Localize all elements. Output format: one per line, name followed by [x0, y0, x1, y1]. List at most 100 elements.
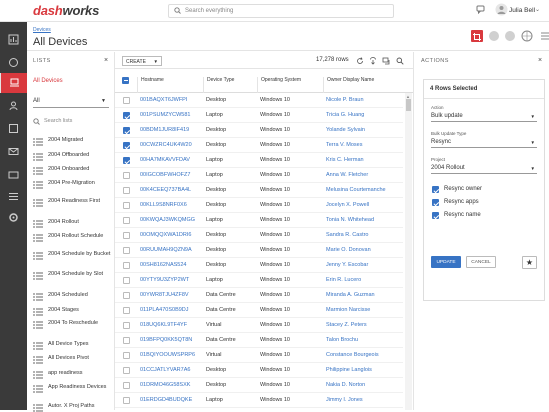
hostname-link[interactable]: 00SH8162NAS524	[140, 262, 186, 268]
table-row[interactable]: 011PLA470S0B9DJ Data Centre Windows 10 Marm…	[115, 303, 403, 318]
owner-link[interactable]: Melusina Courtemanche	[326, 187, 386, 193]
table-row[interactable]: 00HA7MKAVVFDAV Laptop Windows 10 Kris C. He…	[115, 153, 403, 168]
row-checkbox[interactable]	[123, 247, 130, 254]
favorite-star-button[interactable]: ★	[522, 256, 537, 269]
list-item[interactable]: 2004 Migrated	[33, 137, 113, 146]
owner-link[interactable]: Marie O. Donovan	[326, 247, 371, 253]
column-header-owner[interactable]: Owner Display Name	[323, 77, 403, 93]
list-item[interactable]: All Devices Pivot	[33, 355, 113, 364]
owner-link[interactable]: Stacey Z. Peters	[326, 322, 367, 328]
close-icon[interactable]: ×	[104, 57, 108, 64]
row-checkbox[interactable]	[123, 202, 130, 209]
bulk-update-type-select[interactable]: Resync ▼	[431, 137, 537, 148]
hostname-link[interactable]: 00RUUMAH9QZN9A	[140, 247, 192, 253]
grid-scrollbar[interactable]: ▲	[405, 93, 412, 410]
breadcrumb[interactable]: Devices	[33, 27, 51, 33]
table-row[interactable]: 00BDM1JUR8IF419 Desktop Windows 10 Yolande …	[115, 123, 403, 138]
owner-link[interactable]: Jenny Y. Escobar	[326, 262, 368, 268]
hostname-link[interactable]: 011PLA470S0B9DJ	[140, 307, 189, 313]
table-row[interactable]: 01DRMO46G58SXK Desktop Windows 10 Nakia D. …	[115, 378, 403, 393]
row-checkbox[interactable]	[123, 157, 130, 164]
owner-link[interactable]: Jimmy I. Jones	[326, 397, 363, 403]
resync-checkbox[interactable]	[432, 212, 439, 219]
hostname-link[interactable]: 00YTY9U3ZYP2WT	[140, 277, 189, 283]
apps-icon[interactable]	[8, 123, 19, 134]
row-checkbox[interactable]	[123, 112, 130, 119]
owner-link[interactable]: Nakia D. Norton	[326, 382, 365, 388]
list-item[interactable]: 2004 Readiness First	[33, 198, 113, 207]
table-row[interactable]: 00IGCOBFWHOFZ7 Laptop Windows 10 Anna W. Fl…	[115, 168, 403, 183]
row-checkbox[interactable]	[123, 367, 130, 374]
hostname-link[interactable]: 018UQ6KL9TF4YF	[140, 322, 187, 328]
hostname-link[interactable]: 01BQIYOOUWSPRP6	[140, 352, 195, 358]
table-row[interactable]: 001BAQXT6JWFPI Desktop Windows 10 Nicole P.…	[115, 93, 403, 108]
row-checkbox[interactable]	[123, 142, 130, 149]
table-row[interactable]: 00RUUMAH9QZN9A Desktop Windows 10 Marie O. …	[115, 243, 403, 258]
table-row[interactable]: 019BFPQ0KK5QT8N Data Centre Windows 10 Talo…	[115, 333, 403, 348]
table-row[interactable]: 00K4CEEQ737BA4L Desktop Windows 10 Melusina…	[115, 183, 403, 198]
columns-icon[interactable]	[539, 30, 549, 42]
owner-link[interactable]: Anna W. Fletcher	[326, 172, 368, 178]
owner-link[interactable]: Sandra R. Castro	[326, 232, 369, 238]
row-checkbox[interactable]	[123, 397, 130, 404]
globe-icon[interactable]	[521, 30, 533, 42]
list-item[interactable]: 2004 Pre-Migration	[33, 180, 113, 189]
owner-link[interactable]: Miranda A. Guzman	[326, 292, 375, 298]
copy-icon[interactable]	[382, 57, 390, 65]
owner-link[interactable]: Yolande Sylvain	[326, 127, 365, 133]
hostname-link[interactable]: 00HA7MKAVVFDAV	[140, 157, 190, 163]
list-item[interactable]: 2004 Schedule by Slot	[33, 271, 113, 280]
list-item[interactable]: 2004 Stages	[33, 307, 113, 316]
row-checkbox[interactable]	[123, 172, 130, 179]
notifications-icon[interactable]	[476, 5, 485, 14]
cancel-button[interactable]: CANCEL	[466, 256, 496, 268]
table-row[interactable]: 01CCJATLYVAR7A6 Desktop Windows 10 Philippi…	[115, 363, 403, 378]
resync-option[interactable]: Resync name	[432, 212, 481, 219]
settings-icon[interactable]	[8, 212, 19, 223]
resync-option[interactable]: Resync apps	[432, 199, 479, 206]
table-row[interactable]: 00YTY9U3ZYP2WT Laptop Windows 10 Erin R. Lu…	[115, 273, 403, 288]
avatar-icon[interactable]	[495, 3, 508, 16]
hostname-link[interactable]: 01CCJATLYVAR7A6	[140, 367, 190, 373]
list-item[interactable]: 2004 Schedule by Bucket	[33, 251, 113, 260]
row-checkbox[interactable]	[123, 337, 130, 344]
table-row[interactable]: 01ERDGD4BUDQKE Laptop Windows 10 Jimmy I. J…	[115, 393, 403, 408]
row-checkbox[interactable]	[123, 322, 130, 329]
scrollbar-thumb[interactable]	[406, 99, 411, 111]
row-checkbox[interactable]	[123, 127, 130, 134]
row-checkbox[interactable]	[123, 292, 130, 299]
update-button[interactable]: UPDATE	[431, 256, 461, 268]
row-checkbox[interactable]	[123, 97, 130, 104]
close-icon[interactable]: ×	[538, 57, 542, 64]
user-icon[interactable]	[8, 100, 19, 111]
download-icon[interactable]	[369, 57, 377, 65]
resync-checkbox[interactable]	[432, 199, 439, 206]
global-search-input[interactable]: Search everything	[168, 4, 394, 18]
table-row[interactable]: 00OMQQXWA1DRI6 Desktop Windows 10 Sandra R.…	[115, 228, 403, 243]
owner-link[interactable]: Erin R. Lucero	[326, 277, 361, 283]
list-item[interactable]: App Readiness Devices	[33, 384, 113, 393]
list-item[interactable]: 2004 Onboarded	[33, 166, 113, 175]
table-row[interactable]: 018UQ6KL9TF4YF Virtual Windows 10 Stacey Z.…	[115, 318, 403, 333]
row-checkbox[interactable]	[123, 277, 130, 284]
mail-icon[interactable]	[8, 146, 19, 157]
lists-search-input[interactable]: Search lists	[33, 118, 109, 128]
list-filter-select[interactable]: All ▼	[33, 95, 109, 108]
hostname-link[interactable]: 00K4CEEQ737BA4L	[140, 187, 191, 193]
owner-link[interactable]: Nicole P. Braun	[326, 97, 364, 103]
table-row[interactable]: 00KLL9S8NRF0X6 Desktop Windows 10 Jocelyn X…	[115, 198, 403, 213]
row-checkbox[interactable]	[123, 217, 130, 224]
row-checkbox[interactable]	[123, 232, 130, 239]
app-logo[interactable]: dashworks	[33, 3, 99, 18]
refresh-icon[interactable]	[356, 57, 364, 65]
hostname-link[interactable]: 00KLL9S8NRF0X6	[140, 202, 187, 208]
list-item[interactable]: 2004 Scheduled	[33, 292, 113, 301]
create-button[interactable]: CREATE ▼	[122, 56, 162, 66]
hostname-link[interactable]: 001BAQXT6JWFPI	[140, 97, 187, 103]
hostname-link[interactable]: 01DRMO46G58SXK	[140, 382, 190, 388]
column-header-device-type[interactable]: Device Type	[203, 77, 257, 93]
info-icon[interactable]	[488, 30, 500, 42]
user-menu-chevron-icon[interactable]: ⌄	[535, 6, 540, 13]
hostname-link[interactable]: 00YWR8TJU4ZF8V	[140, 292, 189, 298]
column-header-operating-system[interactable]: Operating System	[257, 77, 323, 93]
